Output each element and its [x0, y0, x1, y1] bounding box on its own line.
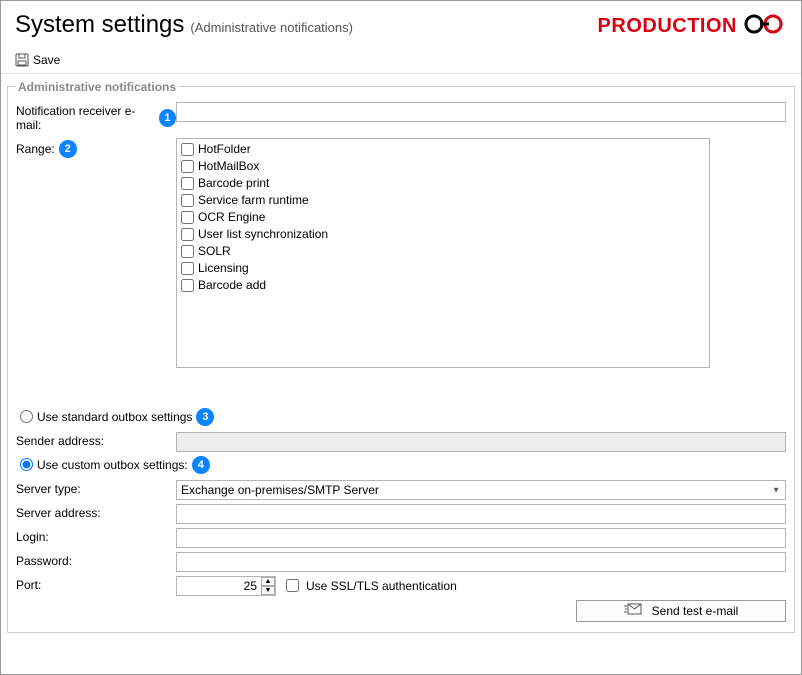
- server-type-select[interactable]: Exchange on-premises/SMTP Server: [176, 480, 786, 500]
- label-use-ssl: Use SSL/TLS authentication: [306, 579, 457, 593]
- mail-icon: [624, 603, 642, 618]
- row-sender-address: Sender address:: [16, 432, 786, 452]
- ssl-checkbox[interactable]: [286, 579, 299, 592]
- footer-row: Send test e-mail: [16, 600, 786, 622]
- password-input[interactable]: [176, 552, 786, 572]
- server-address-input[interactable]: [176, 504, 786, 524]
- label-password: Password:: [16, 554, 72, 568]
- range-item-label: Licensing: [198, 260, 249, 277]
- row-range: Range: 2 HotFolder HotMailBox Barcode pr…: [16, 138, 786, 368]
- range-item[interactable]: HotMailBox: [181, 158, 705, 175]
- send-test-button[interactable]: Send test e-mail: [576, 600, 786, 622]
- label-login: Login:: [16, 530, 49, 544]
- radio-use-standard[interactable]: [20, 410, 33, 423]
- row-port: Port: ▲ ▼ Use SSL/TLS authentication: [16, 576, 786, 596]
- brand-text: PRODUCTION: [598, 15, 737, 38]
- admin-notifications-group: Administrative notifications Notificatio…: [7, 80, 795, 633]
- range-checkbox-service-farm[interactable]: [181, 194, 194, 207]
- range-item-label: Barcode print: [198, 175, 269, 192]
- label-range-wrap: Range: 2: [16, 138, 176, 158]
- label-port: Port:: [16, 578, 41, 592]
- radio-standard-row[interactable]: Use standard outbox settings 3: [20, 408, 786, 426]
- label-range: Range:: [16, 142, 55, 156]
- settings-window: System settings (Administrative notifica…: [0, 0, 802, 675]
- range-checkbox-hotfolder[interactable]: [181, 143, 194, 156]
- range-item-label: HotFolder: [198, 141, 251, 158]
- radio-custom-row[interactable]: Use custom outbox settings: 4: [20, 456, 786, 474]
- brand: PRODUCTION: [598, 13, 787, 41]
- range-item[interactable]: User list synchronization: [181, 226, 705, 243]
- range-item[interactable]: OCR Engine: [181, 209, 705, 226]
- range-checkbox-hotmailbox[interactable]: [181, 160, 194, 173]
- range-checkbox-ocr-engine[interactable]: [181, 211, 194, 224]
- radio-use-custom[interactable]: [20, 458, 33, 471]
- label-use-standard: Use standard outbox settings: [37, 410, 192, 424]
- callout-3: 3: [196, 408, 214, 426]
- range-item-label: Barcode add: [198, 277, 266, 294]
- save-icon: [15, 53, 29, 67]
- range-item-label: HotMailBox: [198, 158, 259, 175]
- row-password: Password:: [16, 552, 786, 572]
- label-sender-address: Sender address:: [16, 434, 104, 448]
- label-use-custom: Use custom outbox settings:: [37, 458, 188, 472]
- range-item[interactable]: Barcode print: [181, 175, 705, 192]
- label-receiver: Notification receiver e-mail:: [16, 104, 155, 132]
- group-legend: Administrative notifications: [16, 80, 178, 94]
- header-left: System settings (Administrative notifica…: [15, 11, 353, 39]
- row-server-type: Server type: Exchange on-premises/SMTP S…: [16, 480, 786, 500]
- range-checkbox-solr[interactable]: [181, 245, 194, 258]
- range-item[interactable]: Barcode add: [181, 277, 705, 294]
- range-checkbox-user-sync[interactable]: [181, 228, 194, 241]
- header: System settings (Administrative notifica…: [1, 1, 801, 47]
- row-receiver: Notification receiver e-mail: 1: [16, 102, 786, 132]
- callout-2: 2: [59, 140, 77, 158]
- login-input[interactable]: [176, 528, 786, 548]
- range-item-label: User list synchronization: [198, 226, 328, 243]
- range-item[interactable]: Service farm runtime: [181, 192, 705, 209]
- sender-address-input: [176, 432, 786, 452]
- page-title: System settings: [15, 11, 184, 39]
- callout-4: 4: [192, 456, 210, 474]
- label-server-address: Server address:: [16, 506, 101, 520]
- range-item[interactable]: HotFolder: [181, 141, 705, 158]
- save-button[interactable]: Save: [11, 51, 64, 69]
- send-test-label: Send test e-mail: [652, 604, 739, 618]
- row-server-address: Server address:: [16, 504, 786, 524]
- range-list[interactable]: HotFolder HotMailBox Barcode print Servi…: [176, 138, 710, 368]
- range-checkbox-licensing[interactable]: [181, 262, 194, 275]
- label-server-type: Server type:: [16, 482, 81, 496]
- brand-logo-icon: [743, 13, 787, 41]
- page-subtitle: (Administrative notifications): [190, 20, 353, 35]
- row-login: Login:: [16, 528, 786, 548]
- range-checkbox-barcode-print[interactable]: [181, 177, 194, 190]
- range-checkbox-barcode-add[interactable]: [181, 279, 194, 292]
- range-item[interactable]: SOLR: [181, 243, 705, 260]
- port-spinner: ▲ ▼: [261, 577, 275, 595]
- range-item-label: SOLR: [198, 243, 231, 260]
- toolbar: Save: [1, 47, 801, 74]
- port-step-down[interactable]: ▼: [261, 586, 275, 595]
- port-step-up[interactable]: ▲: [261, 577, 275, 586]
- ssl-checkbox-wrap[interactable]: Use SSL/TLS authentication: [282, 576, 457, 595]
- range-item-label: Service farm runtime: [198, 192, 309, 209]
- receiver-email-input[interactable]: [176, 102, 786, 122]
- callout-1: 1: [159, 109, 176, 127]
- content: Administrative notifications Notificatio…: [1, 74, 801, 639]
- range-item-label: OCR Engine: [198, 209, 265, 226]
- range-item[interactable]: Licensing: [181, 260, 705, 277]
- label-receiver-wrap: Notification receiver e-mail: 1: [16, 102, 176, 132]
- save-label: Save: [33, 53, 60, 67]
